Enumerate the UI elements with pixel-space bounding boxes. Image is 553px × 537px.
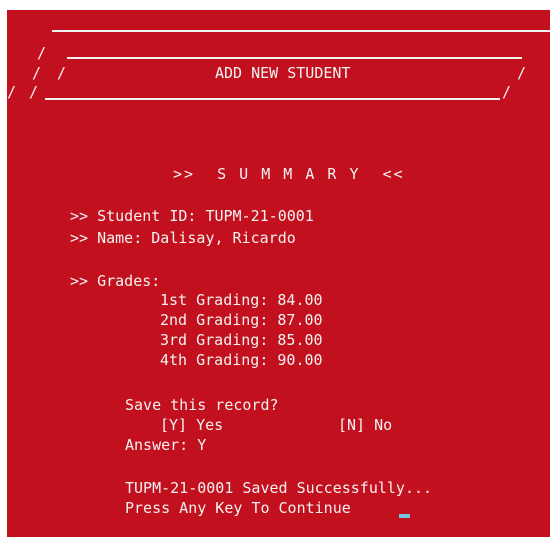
grade-item-3: 3rd Grading: 85.00	[160, 331, 323, 349]
banner-left-slash-1: /	[37, 44, 47, 62]
continue-message: Press Any Key To Continue	[125, 499, 351, 517]
banner-title: ADD NEW STUDENT	[215, 64, 351, 82]
banner-right-slash-3: /	[502, 83, 512, 101]
banner-bottom-rule	[45, 98, 500, 100]
console-window[interactable]: / / / ADD NEW STUDENT / / / / >> S U M M…	[7, 10, 550, 537]
banner-right-slash-2: /	[517, 64, 527, 82]
banner-left-slash-2b: /	[57, 64, 67, 82]
grades-label: >> Grades:	[70, 272, 161, 290]
answer-line: Answer: Y	[125, 436, 207, 454]
text-cursor	[399, 514, 410, 518]
banner-left-slash-2a: /	[32, 64, 42, 82]
student-name-line: >> Name: Dalisay, Ricardo	[70, 229, 296, 247]
grade-item-2: 2nd Grading: 87.00	[160, 311, 323, 329]
banner-left-slash-3b: /	[29, 83, 39, 101]
grade-item-4: 4th Grading: 90.00	[160, 351, 323, 369]
banner-left-slash-3a: /	[7, 83, 17, 101]
grade-item-1: 1st Grading: 84.00	[160, 291, 323, 309]
summary-heading: >> S U M M A R Y <<	[173, 165, 405, 183]
yes-option[interactable]: [Y] Yes	[160, 417, 223, 434]
banner-rule-2	[67, 57, 522, 59]
student-id-line: >> Student ID: TUPM-21-0001	[70, 207, 314, 225]
no-option[interactable]: [N] No	[338, 417, 392, 434]
save-question: Save this record?	[125, 396, 279, 414]
banner-top-rule	[52, 30, 550, 32]
saved-message: TUPM-21-0001 Saved Successfully...	[125, 479, 433, 497]
